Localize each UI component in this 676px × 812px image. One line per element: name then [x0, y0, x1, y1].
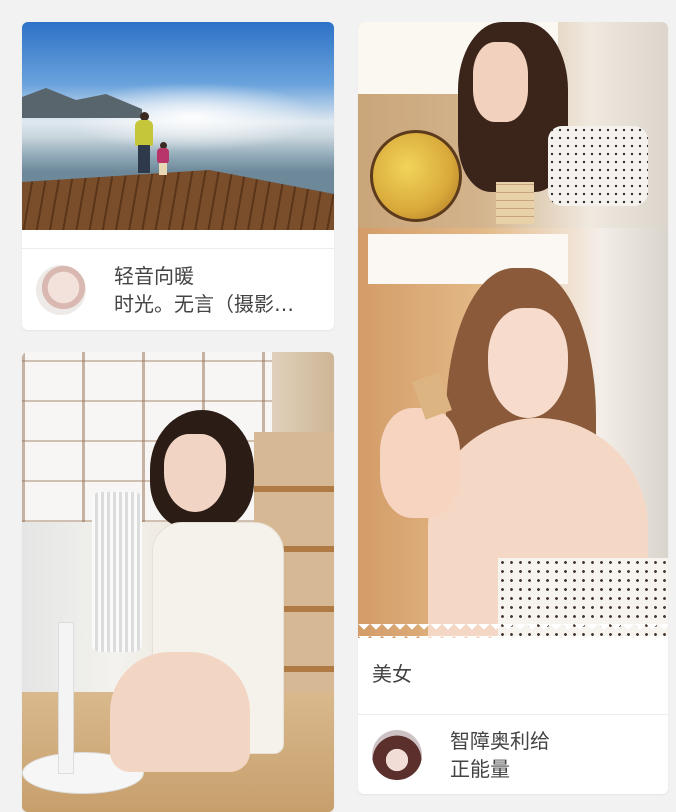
feed-card-globe-girl[interactable]: 美女 智障奥利给 正能量 [358, 22, 668, 794]
photo-man-figure [135, 112, 153, 174]
feed-card-lake[interactable]: 轻音向暖 时光。无言（摄影… [22, 22, 334, 330]
card-divider [358, 714, 668, 715]
author-name[interactable]: 智障奥利给 正能量 [450, 727, 550, 783]
card-photo-globe-girl[interactable] [358, 22, 668, 228]
photo-face [473, 42, 528, 122]
author-line-2: 正能量 [450, 757, 510, 781]
globe-icon [370, 130, 462, 222]
avatar-icon[interactable] [372, 730, 422, 780]
author-row[interactable]: 智障奥利给 正能量 [358, 728, 668, 782]
photo-top [548, 126, 648, 206]
card-divider [22, 248, 334, 249]
card-photo-wink-girl[interactable] [358, 228, 668, 638]
card-caption[interactable]: 美女 [372, 658, 412, 687]
author-row[interactable]: 轻音向暖 时光。无言（摄影… [22, 262, 334, 318]
photo-blocks [496, 182, 534, 224]
photo-child-figure [157, 142, 169, 176]
photo-fan-pole [58, 622, 74, 774]
photo-torn-edge [358, 624, 668, 640]
photo-fan [92, 492, 142, 652]
photo-face [488, 308, 568, 418]
photo-hands [380, 408, 460, 518]
photo-face [164, 434, 226, 512]
author-line-1: 轻音向暖 [114, 264, 194, 288]
author-line-2: 时光。无言（摄影… [114, 292, 294, 316]
avatar-icon[interactable] [36, 265, 86, 315]
photo-legs [110, 652, 250, 772]
feed-card-fan-girl[interactable] [22, 352, 334, 812]
card-photo-lake[interactable] [22, 22, 334, 230]
author-name[interactable]: 轻音向暖 时光。无言（摄影… [114, 262, 294, 318]
card-photo-fan-girl[interactable] [22, 352, 334, 812]
author-line-1: 智障奥利给 [450, 729, 550, 753]
photo-dock [22, 170, 334, 230]
